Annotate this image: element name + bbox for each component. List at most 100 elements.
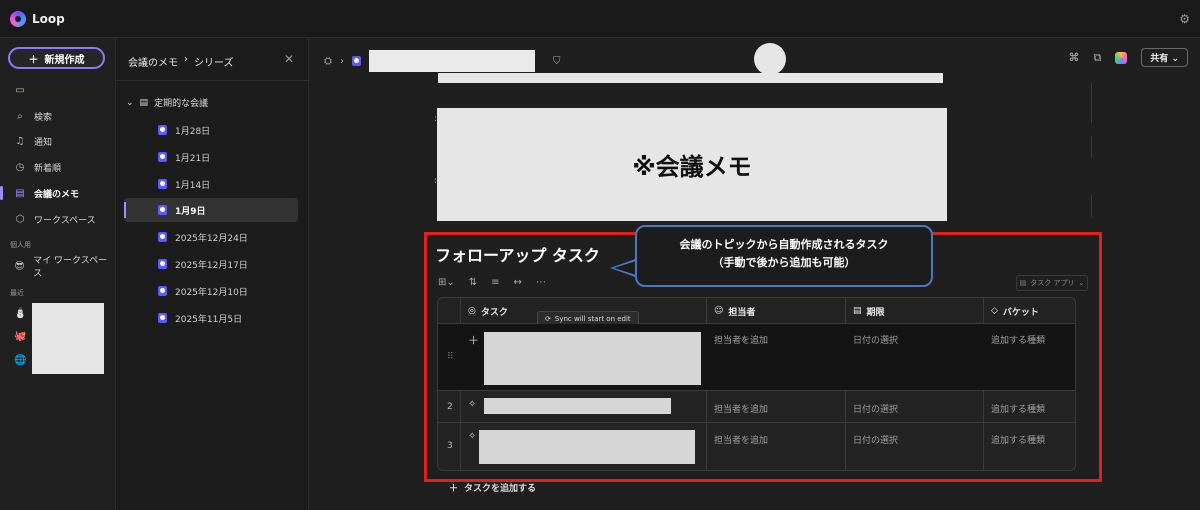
annotation-callout: 会議のトピックから自動作成されるタスク （手動で後から追加も可能） bbox=[635, 225, 933, 287]
redacted-page-title[interactable] bbox=[369, 50, 535, 72]
personal-section-label: 個人用 bbox=[10, 241, 31, 249]
tree-parent-recurring-meeting[interactable]: ⌄ ▤ 定期的な会議 bbox=[126, 96, 209, 110]
sidebar-item-panel[interactable]: ▭ bbox=[6, 80, 110, 100]
series-item[interactable]: 2025年12月10日 bbox=[124, 279, 298, 303]
column-header-label: タスク bbox=[480, 307, 508, 318]
series-item[interactable]: 1月28日 bbox=[124, 118, 298, 142]
assignee-cell[interactable]: 担当者を追加 bbox=[714, 333, 768, 346]
check-circle-icon: ◎ bbox=[468, 306, 476, 316]
table-header: ◎ タスク ☺ 担当者 ▤ 期限 ◇ バケット bbox=[438, 298, 1075, 324]
assignee-cell[interactable]: 担当者を追加 bbox=[714, 402, 768, 415]
grid-view-icon[interactable]: ⊞⌄ bbox=[438, 277, 455, 288]
workspace-icon[interactable]: ⛭ bbox=[324, 56, 332, 67]
sync-tooltip-text: Sync will start on edit bbox=[554, 315, 631, 323]
series-item[interactable]: 2025年12月17日 bbox=[124, 252, 298, 276]
memo-title: ※会議メモ bbox=[632, 153, 752, 181]
due-cell[interactable]: 日付の選択 bbox=[853, 402, 898, 415]
planner-icon: ▤ bbox=[1019, 279, 1027, 287]
loop-logo-icon bbox=[10, 10, 26, 27]
app-logo[interactable]: Loop bbox=[10, 10, 65, 27]
column-header-due[interactable]: ▤ 期限 bbox=[845, 298, 885, 324]
bucket-cell[interactable]: 追加する種類 bbox=[991, 333, 1045, 346]
followup-tasks-heading: フォローアップ タスク bbox=[435, 246, 600, 265]
plus-icon[interactable]: ＋ bbox=[468, 332, 479, 348]
loop-page-icon bbox=[158, 125, 167, 135]
task-app-button[interactable]: ▤ タスク アプリ ⌄ bbox=[1016, 275, 1088, 291]
sparkle-icon: ✧ bbox=[468, 399, 477, 410]
new-create-button[interactable]: ＋ 新規作成 bbox=[8, 47, 105, 69]
sidebar-item-search[interactable]: ⌕ 検索 bbox=[6, 106, 110, 126]
series-item-label: 1月9日 bbox=[175, 206, 206, 217]
recent-section-label: 最近 bbox=[10, 289, 24, 297]
due-cell[interactable]: 日付の選択 bbox=[853, 333, 898, 346]
column-header-label: バケット bbox=[1002, 307, 1039, 318]
series-item[interactable]: 1月14日 bbox=[124, 172, 298, 196]
column-header-bucket[interactable]: ◇ バケット bbox=[983, 298, 1039, 324]
column-width-icon[interactable]: ↔ bbox=[514, 277, 522, 288]
series-item[interactable]: 2025年11月5日 bbox=[124, 306, 298, 330]
share-button[interactable]: 共有 ⌄ bbox=[1141, 48, 1188, 67]
series-item[interactable]: 2025年12月24日 bbox=[124, 225, 298, 249]
sidebar-item-recent[interactable]: ◷ 新着順 bbox=[6, 157, 110, 177]
due-cell[interactable]: 日付の選択 bbox=[853, 433, 898, 446]
recent-item-icon[interactable]: 🐙 bbox=[14, 331, 26, 342]
breadcrumb-parent[interactable]: 会議のメモ bbox=[128, 54, 178, 69]
person-icon: ☺ bbox=[714, 306, 724, 316]
chevron-down-icon: ⌄ bbox=[1078, 279, 1085, 287]
series-item[interactable]: 1月21日 bbox=[124, 145, 298, 169]
avatar[interactable] bbox=[754, 43, 786, 75]
task-app-label: タスク アプリ bbox=[1030, 279, 1075, 287]
loop-page-icon bbox=[158, 179, 167, 189]
series-breadcrumb: 会議のメモ › シリーズ bbox=[128, 54, 234, 69]
settings-gear-icon[interactable]: ⚙ bbox=[1179, 12, 1190, 26]
column-header-assignee[interactable]: ☺ 担当者 bbox=[706, 298, 755, 324]
series-item-label: 1月28日 bbox=[175, 126, 211, 137]
more-icon[interactable]: ⋯ bbox=[536, 277, 546, 288]
breadcrumb-current: シリーズ bbox=[194, 58, 234, 69]
sidebar-item-label: 新着順 bbox=[34, 163, 62, 174]
sidebar-item-meeting-notes[interactable]: ▤ 会議のメモ bbox=[6, 183, 110, 203]
globe-icon[interactable]: 🌐 bbox=[14, 355, 26, 366]
redacted-task-name[interactable] bbox=[479, 430, 695, 464]
shield-icon[interactable]: ⛉ bbox=[553, 56, 561, 67]
redacted-content-strip bbox=[438, 73, 943, 83]
copy-icon[interactable]: ⧉ bbox=[1093, 51, 1101, 65]
callout-line-1: 会議のトピックから自動作成されるタスク bbox=[679, 238, 889, 251]
document-canvas: ⛭ › ⛉ ⌘ ⧉ 共有 ⌄ : : ※会議メモ フォローアップ タスク ⊞⌄ … bbox=[310, 38, 1200, 510]
copilot-icon[interactable] bbox=[1115, 51, 1128, 64]
sort-icon[interactable]: ⇅ bbox=[469, 277, 477, 288]
table-toolbar: ⊞⌄ ⇅ ≡ ↔ ⋯ bbox=[438, 277, 546, 288]
table-row[interactable]: 2 ✧ 担当者を追加 日付の選択 追加する種類 bbox=[438, 391, 1075, 423]
add-task-button[interactable]: ＋ タスクを追加する bbox=[449, 481, 536, 494]
redacted-task-name[interactable] bbox=[484, 398, 671, 414]
series-pane: 会議のメモ › シリーズ ✕ ⌄ ▤ 定期的な会議 1月28日 1月21日 1月… bbox=[115, 38, 310, 510]
sidebar-item-notifications[interactable]: ♫ 通知 bbox=[6, 131, 110, 151]
sync-icon: ⟳ bbox=[545, 315, 551, 323]
recent-item-icon[interactable]: ⛄ bbox=[14, 308, 26, 319]
redacted-recent-items bbox=[32, 303, 104, 374]
assignee-cell[interactable]: 担当者を追加 bbox=[714, 433, 768, 446]
sidebar-item-workspaces[interactable]: ⬡ ワークスペース bbox=[6, 209, 110, 229]
tree-parent-label: 定期的な会議 bbox=[154, 99, 209, 109]
series-item-label: 2025年12月10日 bbox=[175, 287, 248, 298]
table-row[interactable]: ⠿ ＋ 担当者を追加 日付の選択 追加する種類 bbox=[438, 324, 1075, 391]
active-indicator bbox=[0, 186, 3, 200]
column-header-task[interactable]: ◎ タスク bbox=[460, 298, 508, 324]
redacted-task-name[interactable] bbox=[484, 332, 701, 385]
workspace-icon: ⬡ bbox=[15, 213, 25, 225]
sidebar: ＋ 新規作成 ▭ ⌕ 検索 ♫ 通知 ◷ 新着順 ▤ 会議のメモ ⬡ ワークスペ… bbox=[0, 38, 114, 510]
drag-handle-icon[interactable]: ⠿ bbox=[447, 352, 454, 362]
page-breadcrumb: ⛭ › ⛉ bbox=[324, 50, 561, 72]
series-item-selected[interactable]: 1月9日 bbox=[124, 198, 298, 222]
bucket-cell[interactable]: 追加する種類 bbox=[991, 433, 1045, 446]
add-task-label: タスクを追加する bbox=[464, 484, 537, 494]
panel-icon: ▭ bbox=[15, 84, 25, 96]
tag-icon: ◇ bbox=[991, 306, 998, 316]
filter-icon[interactable]: ≡ bbox=[491, 277, 499, 288]
bucket-cell[interactable]: 追加する種類 bbox=[991, 402, 1045, 415]
table-row[interactable]: 3 ✧ 担当者を追加 日付の選択 追加する種類 bbox=[438, 423, 1075, 470]
sidebar-item-my-workspace[interactable]: 😎 マイ ワークスペース bbox=[6, 256, 110, 279]
close-icon[interactable]: ✕ bbox=[284, 52, 294, 66]
apps-icon[interactable]: ⌘ bbox=[1068, 51, 1079, 64]
loop-page-icon bbox=[158, 232, 167, 242]
